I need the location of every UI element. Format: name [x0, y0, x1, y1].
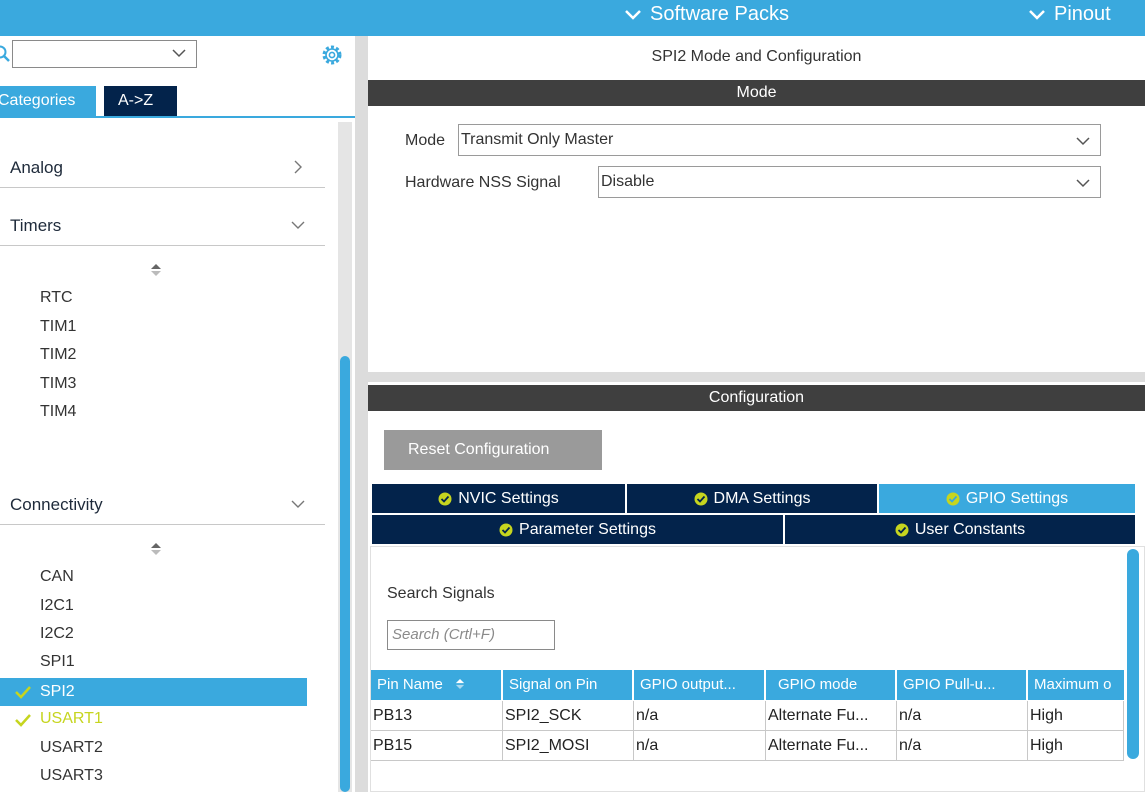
table-cell[interactable]: n/a — [634, 701, 766, 731]
table-cell[interactable]: PB13 — [371, 701, 503, 731]
search-signals-label: Search Signals — [387, 585, 495, 602]
sort-icon — [455, 679, 465, 689]
table-cell[interactable]: High — [1028, 701, 1124, 731]
tab-label: NVIC Settings — [458, 490, 559, 507]
tab-parameter-settings[interactable]: Parameter Settings — [372, 515, 785, 544]
table-cell[interactable]: SPI2_MOSI — [503, 731, 634, 761]
tab-gpio-settings[interactable]: GPIO Settings — [879, 484, 1135, 513]
list-item-tim4[interactable]: TIM4 — [40, 403, 76, 421]
reset-configuration-button[interactable]: Reset Configuration — [384, 430, 602, 470]
page-title: SPI2 Mode and Configuration — [651, 48, 862, 65]
check-circle-icon — [499, 523, 513, 536]
list-item-spi1[interactable]: SPI1 — [40, 653, 75, 671]
chevron-right-icon — [294, 160, 302, 174]
table-cell[interactable]: Alternate Fu... — [766, 701, 897, 731]
table-cell[interactable]: PB15 — [371, 731, 503, 761]
tab-label: GPIO Settings — [965, 490, 1069, 507]
sort-icon[interactable] — [150, 542, 162, 556]
column-header-maximum-output[interactable]: Maximum o — [1028, 670, 1124, 700]
configuration-header: Configuration — [368, 385, 1145, 411]
panel-splitter[interactable] — [355, 36, 369, 792]
table-cell[interactable]: n/a — [897, 731, 1028, 761]
chevron-down-icon — [172, 49, 186, 58]
chevron-down-icon — [291, 500, 305, 508]
list-item-can[interactable]: CAN — [40, 568, 74, 586]
column-header-signal-on-pin[interactable]: Signal on Pin — [503, 670, 634, 700]
chevron-down-icon — [1076, 137, 1090, 146]
chevron-down-icon — [1076, 179, 1090, 188]
category-tabs: Categories A->Z — [0, 82, 355, 118]
column-header-gpio-output[interactable]: GPIO output... — [634, 670, 766, 700]
configuration-panel: SPI2 Mode and Configuration Mode Mode Tr… — [368, 36, 1145, 792]
category-analog[interactable]: Analog — [0, 148, 325, 188]
tab-dma-settings[interactable]: DMA Settings — [627, 484, 879, 513]
check-circle-icon — [895, 523, 909, 536]
search-icon[interactable] — [0, 45, 10, 63]
table-cell[interactable]: n/a — [897, 701, 1028, 731]
search-combo[interactable] — [12, 40, 197, 68]
list-item-rtc[interactable]: RTC — [40, 289, 73, 307]
mode-select[interactable]: Transmit Only Master — [458, 124, 1101, 156]
gpio-settings-content: Search Signals Search (Crtl+F) Pin Name … — [370, 546, 1145, 792]
column-header-pin-name[interactable]: Pin Name — [371, 670, 503, 700]
table-cell[interactable]: SPI2_SCK — [503, 701, 634, 731]
tab-label: User Constants — [914, 521, 1026, 538]
pinout-label: Pinout — [1054, 3, 1111, 25]
column-header-gpio-pull[interactable]: GPIO Pull-u... — [897, 670, 1028, 700]
check-icon — [15, 714, 31, 727]
nss-value: Disable — [601, 173, 655, 190]
top-menu-bar: Software Packs Pinout — [0, 0, 1145, 36]
category-search-row — [0, 36, 355, 78]
category-label: Analog — [10, 158, 63, 177]
list-item-spi2[interactable]: SPI2 — [0, 678, 307, 706]
tab-nvic-settings[interactable]: NVIC Settings — [372, 484, 627, 513]
nss-select[interactable]: Disable — [598, 166, 1101, 198]
pinout-menu[interactable]: Pinout — [1028, 3, 1111, 26]
list-item-label: USART1 — [40, 710, 103, 727]
category-connectivity[interactable]: Connectivity — [0, 485, 325, 525]
list-item-label: SPI2 — [40, 683, 75, 700]
list-item-usart3[interactable]: USART3 — [40, 767, 103, 785]
header-label: Pin Name — [377, 676, 443, 693]
category-label: Timers — [10, 216, 62, 235]
tab-user-constants[interactable]: User Constants — [785, 515, 1135, 544]
list-item-usart1[interactable]: USART1 — [0, 710, 307, 728]
column-header-gpio-mode[interactable]: GPIO mode — [766, 670, 897, 700]
scrollbar-thumb[interactable] — [340, 356, 350, 792]
mode-header: Mode — [368, 80, 1145, 106]
chevron-down-icon — [625, 9, 641, 20]
tab-label: DMA Settings — [713, 490, 811, 507]
scrollbar-thumb[interactable] — [1127, 549, 1139, 759]
software-packs-label: Software Packs — [650, 3, 789, 25]
categories-panel: Categories A->Z Analog Timers RTC TIM1 T… — [0, 36, 355, 792]
section-splitter[interactable] — [368, 372, 1145, 382]
list-item-tim3[interactable]: TIM3 — [40, 375, 76, 393]
list-item-i2c2[interactable]: I2C2 — [40, 625, 74, 643]
table-cell[interactable]: n/a — [634, 731, 766, 761]
tab-label: Parameter Settings — [519, 521, 656, 538]
list-item-tim1[interactable]: TIM1 — [40, 318, 76, 336]
check-icon — [15, 686, 31, 699]
category-timers[interactable]: Timers — [0, 206, 325, 246]
check-circle-icon — [438, 492, 452, 505]
search-signals-input[interactable]: Search (Crtl+F) — [387, 620, 555, 650]
check-circle-icon — [694, 492, 708, 505]
software-packs-menu[interactable]: Software Packs — [624, 3, 789, 26]
table-cell[interactable]: Alternate Fu... — [766, 731, 897, 761]
check-circle-icon — [946, 492, 960, 505]
tab-a-to-z[interactable]: A->Z — [104, 86, 177, 116]
table-cell[interactable]: High — [1028, 731, 1124, 761]
list-item-i2c1[interactable]: I2C1 — [40, 597, 74, 615]
mode-value: Transmit Only Master — [461, 131, 614, 148]
chevron-down-icon — [291, 221, 305, 229]
mode-label: Mode — [405, 132, 446, 149]
list-item-usart2[interactable]: USART2 — [40, 739, 103, 757]
category-label: Connectivity — [10, 495, 103, 514]
tab-categories[interactable]: Categories — [0, 86, 96, 116]
chevron-down-icon — [1029, 9, 1045, 20]
list-item-tim2[interactable]: TIM2 — [40, 346, 76, 364]
nss-label: Hardware NSS Signal — [405, 174, 561, 191]
sort-icon[interactable] — [150, 263, 162, 277]
gear-icon[interactable] — [320, 43, 344, 67]
